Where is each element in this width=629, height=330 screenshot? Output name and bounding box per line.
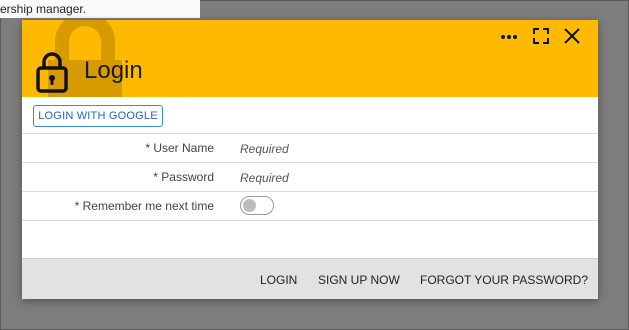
forgot-password-button[interactable]: FORGOT YOUR PASSWORD?	[420, 272, 588, 288]
close-icon[interactable]	[563, 27, 581, 45]
form-divider	[22, 220, 598, 221]
dialog-header: Login	[22, 20, 598, 97]
remember-me-toggle[interactable]	[240, 196, 274, 215]
password-input[interactable]	[238, 167, 542, 188]
remember-label: * Remember me next time	[74, 199, 214, 213]
toggle-knob	[243, 199, 256, 212]
username-row: * User Name	[22, 133, 598, 163]
login-dialog: Login LOGIN WITH GOOGLE * User Name * Pa…	[22, 20, 598, 299]
password-label: * Password	[153, 170, 214, 184]
dialog-title: Login	[84, 57, 143, 84]
more-dots-icon[interactable]	[499, 30, 519, 44]
username-input[interactable]	[238, 138, 542, 159]
fullscreen-icon[interactable]	[533, 28, 549, 44]
login-button[interactable]: LOGIN	[260, 272, 297, 288]
sign-up-button[interactable]: SIGN UP NOW	[318, 272, 400, 288]
username-label: * User Name	[145, 141, 214, 155]
login-with-google-button[interactable]: LOGIN WITH GOOGLE	[33, 105, 163, 127]
remember-row: * Remember me next time	[22, 191, 598, 221]
password-row: * Password	[22, 162, 598, 192]
background-page-text: ership manager.	[0, 0, 200, 18]
dialog-footer: LOGIN SIGN UP NOW FORGOT YOUR PASSWORD?	[22, 258, 598, 299]
lock-icon	[36, 52, 68, 93]
